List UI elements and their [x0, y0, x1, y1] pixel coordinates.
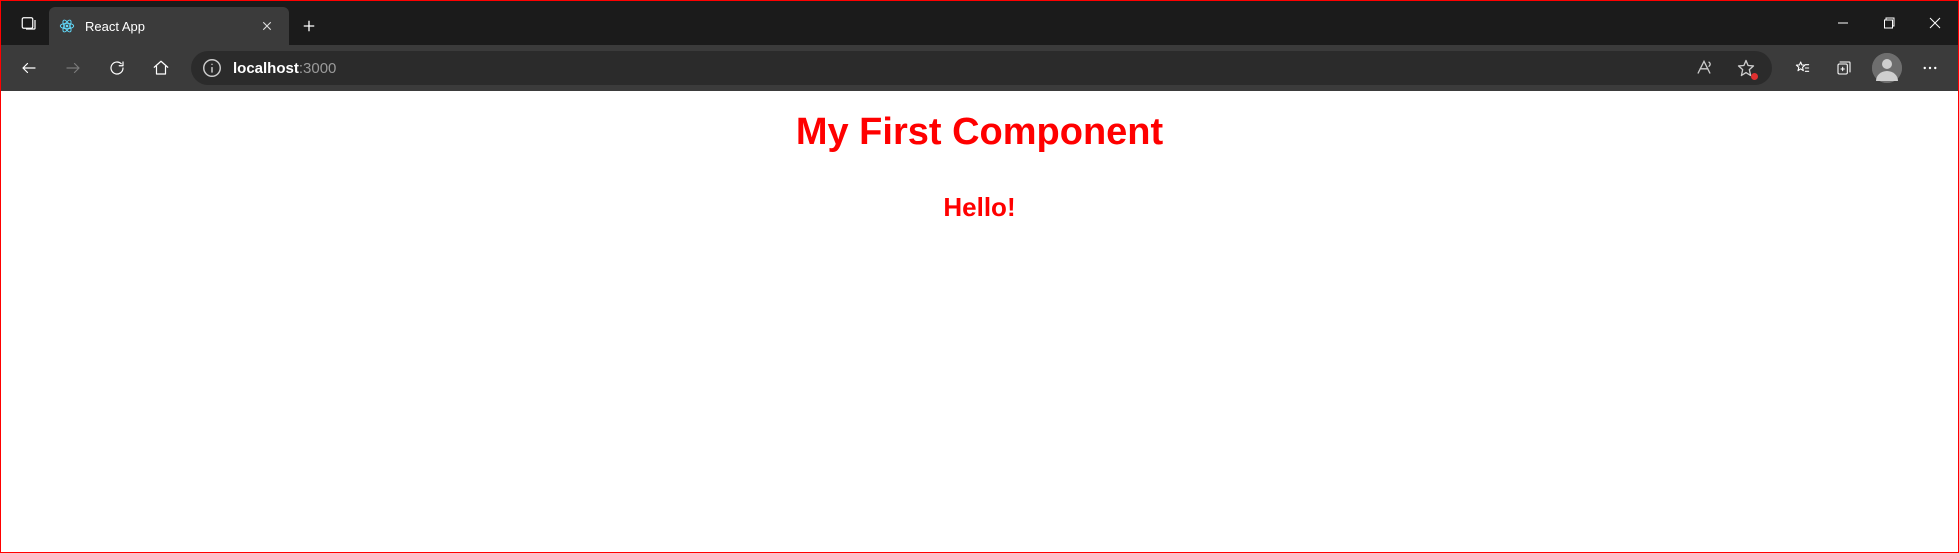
back-button[interactable] — [9, 50, 49, 86]
toolbar-right — [1782, 50, 1950, 86]
home-button[interactable] — [141, 50, 181, 86]
collections-button[interactable] — [1824, 50, 1864, 86]
new-tab-button[interactable] — [289, 7, 329, 45]
address-bar[interactable]: localhost:3000 — [191, 51, 1772, 85]
notification-dot-icon — [1751, 73, 1758, 80]
favorite-button[interactable] — [1730, 52, 1762, 84]
browser-tab[interactable]: React App — [49, 7, 289, 45]
browser-toolbar: localhost:3000 — [1, 45, 1958, 91]
window-close-button[interactable] — [1912, 1, 1958, 45]
page-content: My First Component Hello! — [1, 91, 1958, 552]
window-controls — [1820, 1, 1958, 45]
tab-title: React App — [85, 19, 245, 34]
site-info-icon[interactable] — [201, 57, 223, 79]
window-maximize-button[interactable] — [1866, 1, 1912, 45]
tab-actions-button[interactable] — [9, 1, 49, 45]
forward-button[interactable] — [53, 50, 93, 86]
favorites-list-button[interactable] — [1782, 50, 1822, 86]
react-favicon-icon — [59, 18, 75, 34]
window-minimize-button[interactable] — [1820, 1, 1866, 45]
page-heading: My First Component — [1, 111, 1958, 154]
tab-close-button[interactable] — [255, 14, 279, 38]
refresh-button[interactable] — [97, 50, 137, 86]
address-port: :3000 — [299, 60, 337, 77]
titlebar-drag-region[interactable] — [329, 1, 1820, 45]
settings-menu-button[interactable] — [1910, 50, 1950, 86]
profile-avatar[interactable] — [1872, 53, 1902, 83]
address-host: localhost — [233, 60, 299, 77]
address-text: localhost:3000 — [233, 60, 336, 77]
read-aloud-button[interactable] — [1688, 52, 1720, 84]
page-subheading: Hello! — [1, 192, 1958, 223]
window-titlebar: React App — [1, 1, 1958, 45]
